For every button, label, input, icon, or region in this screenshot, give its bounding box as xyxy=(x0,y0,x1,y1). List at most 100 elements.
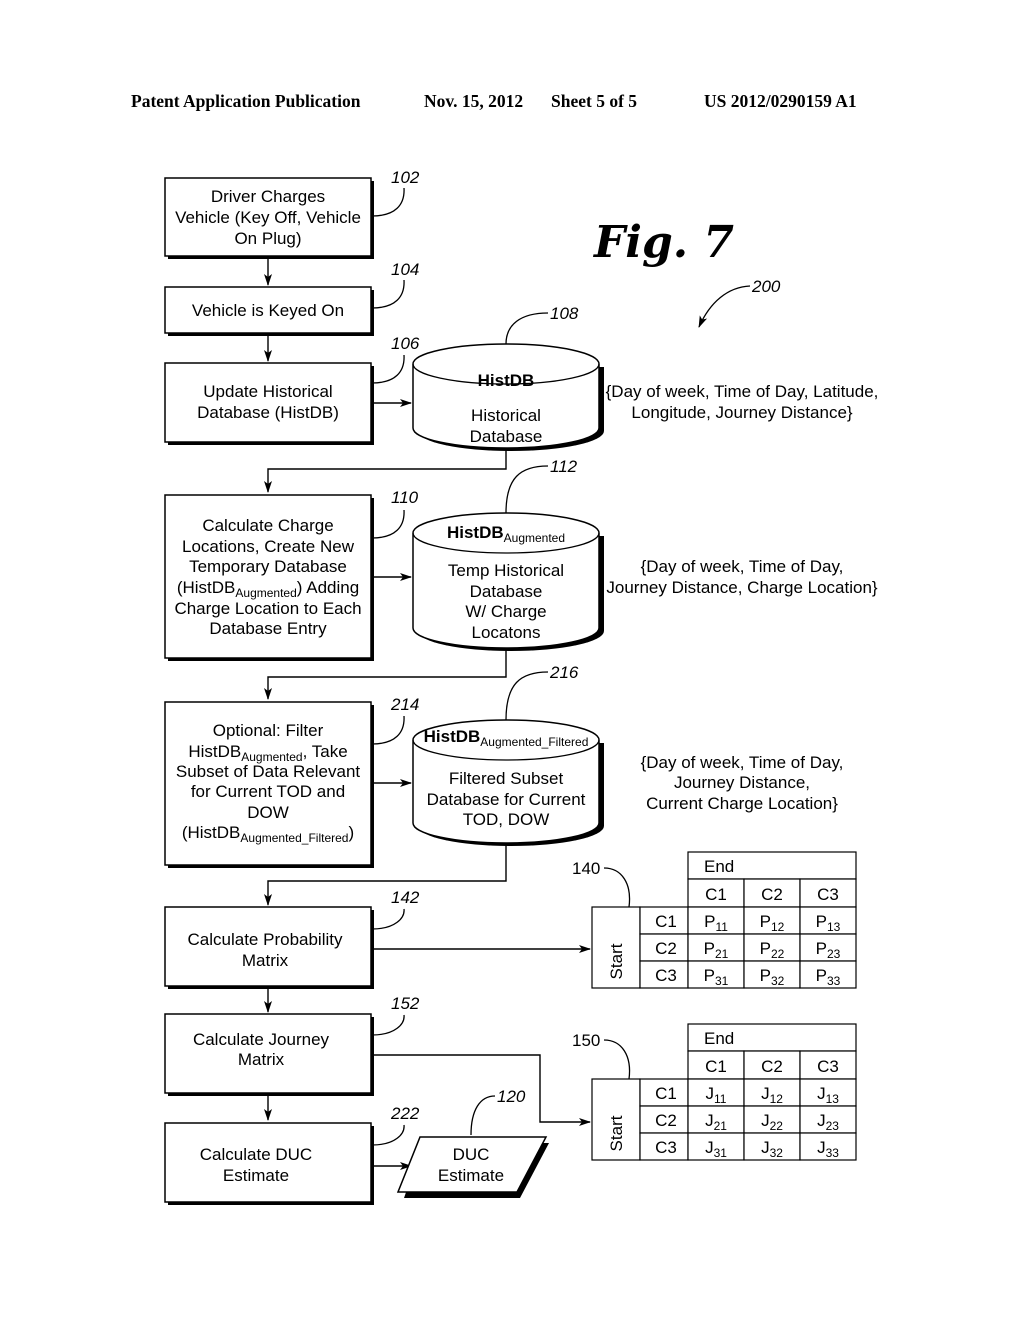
svg-text:Vehicle (Key Off, Vehicle: Vehicle (Key Off, Vehicle xyxy=(175,208,361,227)
ref-number: 216 xyxy=(549,663,579,682)
step-222-calc-duc-estimate: Calculate DUC Estimate 222 xyxy=(164,1104,420,1205)
step-152-calc-journey-matrix: Calculate Journey Matrix 152 xyxy=(164,994,420,1096)
matrix-row-header: C1 xyxy=(655,912,677,931)
flowchart-figure: Patent Application Publication Nov. 15, … xyxy=(131,91,878,1205)
figure-ref-200: 200 xyxy=(698,277,781,328)
matrix-end-label: End xyxy=(704,857,734,876)
svg-text:Calculate Probability: Calculate Probability xyxy=(188,930,343,949)
svg-text:Matrix: Matrix xyxy=(238,1050,285,1069)
ref-leader xyxy=(505,312,549,345)
database-108-histdb: HistDB Historical Database 108 {Day of w… xyxy=(412,304,878,451)
ref-number: 102 xyxy=(391,168,420,187)
db-title: HistDB xyxy=(478,371,535,390)
matrix-start-label: Start xyxy=(607,1115,626,1151)
svg-text:Charge Location to Each: Charge Location to Each xyxy=(174,599,361,618)
step-110-calc-charge-locations: Calculate Charge Locations, Create New T… xyxy=(164,488,419,661)
figure-label: Fig. 7 xyxy=(592,217,734,268)
matrix-row-header: C2 xyxy=(655,939,677,958)
ref-leader xyxy=(371,279,405,309)
ref-leader-arrow xyxy=(698,285,751,328)
svg-text:Estimate: Estimate xyxy=(223,1166,289,1185)
ref-leader xyxy=(371,509,405,539)
svg-text:Vehicle is Keyed On: Vehicle is Keyed On xyxy=(192,301,344,320)
ref-number: 150 xyxy=(572,1031,600,1050)
page-header: Patent Application Publication Nov. 15, … xyxy=(131,91,857,111)
svg-text:W/ Charge: W/ Charge xyxy=(465,602,546,621)
svg-text:On Plug): On Plug) xyxy=(234,229,301,248)
step-142-calc-probability-matrix: Calculate Probability Matrix 142 xyxy=(164,888,420,989)
ref-number: 110 xyxy=(391,488,419,507)
svg-text:for Current TOD and: for Current TOD and xyxy=(191,782,345,801)
ref-leader xyxy=(371,187,405,217)
ref-leader xyxy=(603,1039,631,1080)
svg-text:Database: Database xyxy=(470,582,543,601)
sheet-number: Sheet 5 of 5 xyxy=(551,91,637,111)
svg-text:Historical: Historical xyxy=(471,406,541,425)
ref-leader xyxy=(371,1124,405,1146)
matrix-start-label: Start xyxy=(607,943,626,979)
ref-number: 222 xyxy=(390,1104,420,1123)
matrix-row-header: C3 xyxy=(655,1138,677,1157)
matrix-row-header: C1 xyxy=(655,1084,677,1103)
svg-text:Calculate Charge: Calculate Charge xyxy=(202,516,333,535)
matrix-end-label: End xyxy=(704,1029,734,1048)
publication-label: Patent Application Publication xyxy=(131,91,361,111)
db-fields-line: {Day of week, Time of Day, xyxy=(641,753,844,772)
svg-text:DOW: DOW xyxy=(247,803,289,822)
svg-text:Database (HistDB): Database (HistDB) xyxy=(197,403,339,422)
db-fields-line: Current Charge Location} xyxy=(646,794,838,813)
ref-leader xyxy=(505,465,549,514)
ref-number: 120 xyxy=(497,1087,526,1106)
ref-number: 200 xyxy=(751,277,781,296)
ref-leader xyxy=(470,1095,496,1136)
svg-text:Matrix: Matrix xyxy=(242,951,289,970)
svg-text:Database for Current: Database for Current xyxy=(427,790,586,809)
svg-text:Driver Charges: Driver Charges xyxy=(211,187,325,206)
svg-text:TOD, DOW: TOD, DOW xyxy=(463,810,550,829)
svg-text:Calculate DUC: Calculate DUC xyxy=(200,1145,312,1164)
matrix-col-header: C3 xyxy=(817,885,839,904)
output-120-duc-estimate: DUC Estimate 120 xyxy=(396,1087,549,1198)
svg-text:Filtered Subset: Filtered Subset xyxy=(449,769,564,788)
ref-leader xyxy=(371,1014,405,1036)
matrix-col-header: C2 xyxy=(761,885,783,904)
svg-text:Calculate Journey: Calculate Journey xyxy=(193,1030,330,1049)
ref-number: 152 xyxy=(391,994,420,1013)
database-112-histdb-augmented: HistDBAugmented Temp Historical Database… xyxy=(412,457,878,651)
db-fields-line: Journey Distance, xyxy=(674,773,810,792)
ref-leader xyxy=(505,671,549,721)
svg-text:Update Historical: Update Historical xyxy=(203,382,332,401)
matrix-col-header: C3 xyxy=(817,1057,839,1076)
step-104-keyed-on: Vehicle is Keyed On 104 xyxy=(164,260,419,336)
ref-number: 106 xyxy=(391,334,420,353)
step-106-update-histdb: Update Historical Database (HistDB) 106 xyxy=(164,334,420,445)
publication-date: Nov. 15, 2012 xyxy=(424,91,523,111)
ref-leader xyxy=(371,715,405,745)
svg-text:Locations, Create New: Locations, Create New xyxy=(182,537,355,556)
db-fields-line: Journey Distance, Charge Location} xyxy=(606,578,878,597)
svg-text:DUC: DUC xyxy=(453,1145,490,1164)
journey-matrix-150: EndC1 C2 C3StartC1 J11 J12 J13C2 J21 J22 J23C3 J3… xyxy=(572,1023,857,1161)
matrix-row-header: C2 xyxy=(655,1111,677,1130)
svg-text:Database Entry: Database Entry xyxy=(209,619,327,638)
matrix-row-header: C3 xyxy=(655,966,677,985)
ref-number: 140 xyxy=(572,859,600,878)
ref-number: 104 xyxy=(391,260,419,279)
svg-text:Temp Historical: Temp Historical xyxy=(448,561,564,580)
ref-number: 142 xyxy=(391,888,420,907)
matrix-col-header: C2 xyxy=(761,1057,783,1076)
svg-text:Database: Database xyxy=(470,427,543,446)
matrix-col-header: C1 xyxy=(705,885,727,904)
svg-text:Optional: Filter: Optional: Filter xyxy=(213,721,324,740)
flow-arrow xyxy=(264,448,507,493)
svg-text:Locatons: Locatons xyxy=(472,623,541,642)
matrix-col-header: C1 xyxy=(705,1057,727,1076)
svg-text:Estimate: Estimate xyxy=(438,1166,504,1185)
ref-leader xyxy=(603,867,631,908)
patent-number: US 2012/0290159 A1 xyxy=(704,91,857,111)
ref-leader xyxy=(371,908,405,930)
step-214-optional-filter: Optional: Filter HistDBAugmented, Take S… xyxy=(164,695,419,868)
db-fields-line: {Day of week, Time of Day, xyxy=(641,557,844,576)
ref-number: 214 xyxy=(390,695,419,714)
ref-number: 108 xyxy=(550,304,579,323)
